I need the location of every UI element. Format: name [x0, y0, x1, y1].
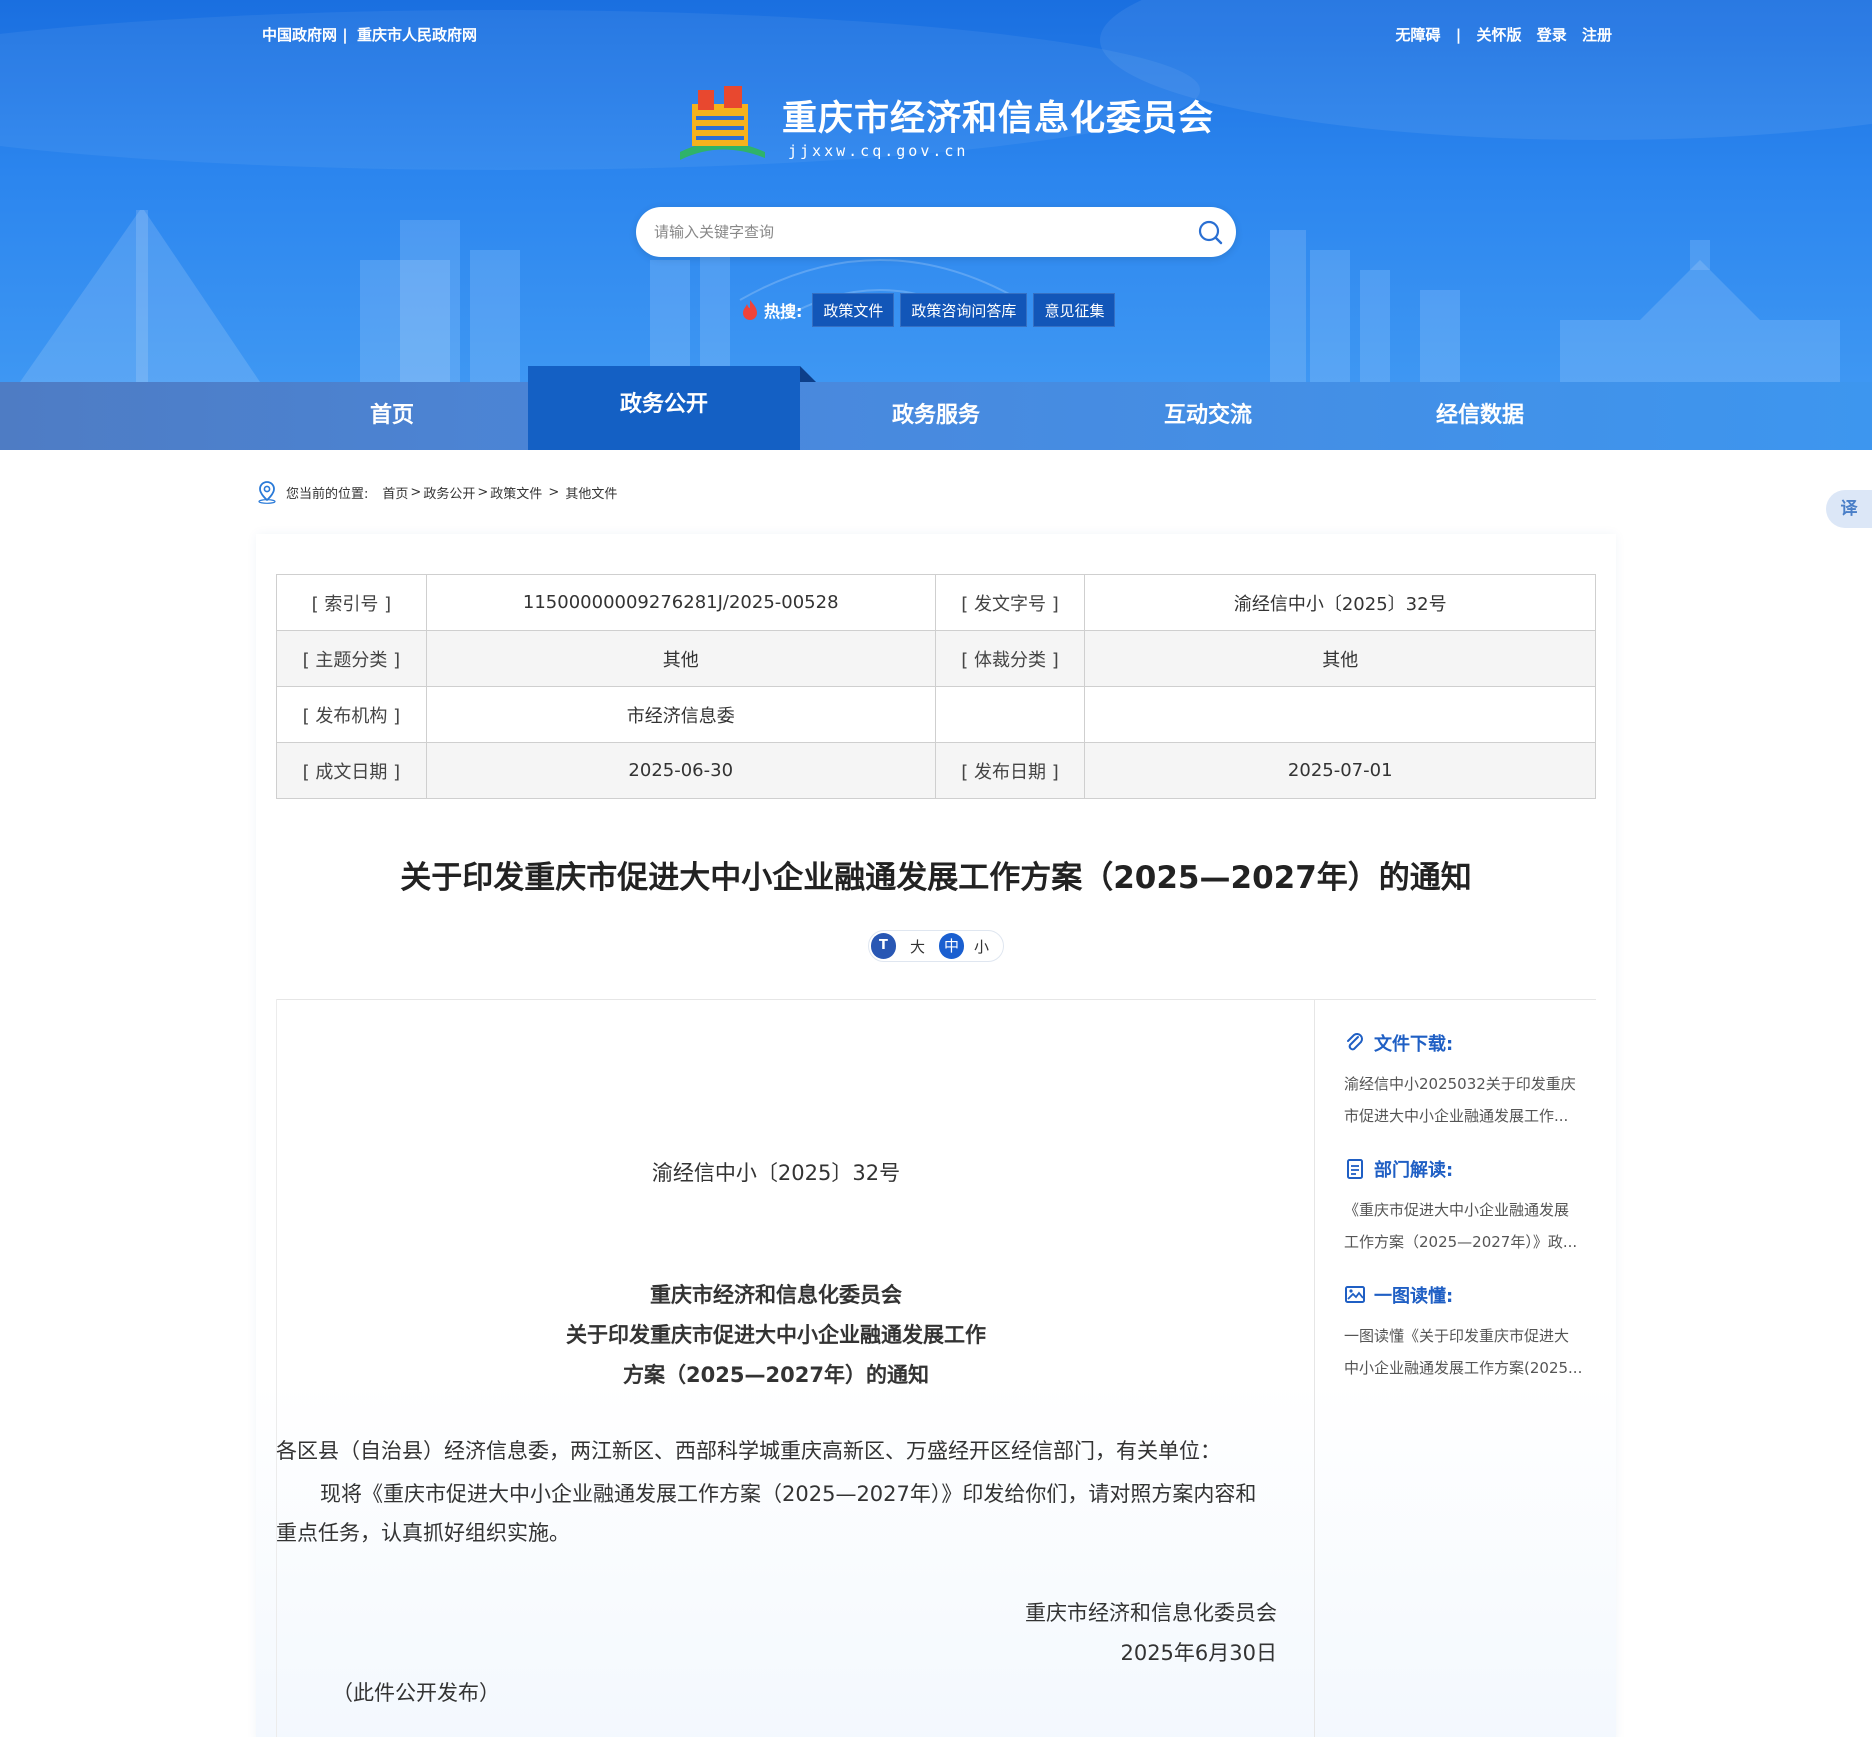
font-size-switcher: T 大 中 小: [868, 930, 1004, 962]
meta-created-value: 2025-06-30: [425, 742, 936, 799]
hot-tag-policy-qa[interactable]: 政策咨询问答库: [900, 293, 1028, 327]
breadcrumb-policy-files[interactable]: 政策文件: [490, 483, 542, 502]
nav-interaction[interactable]: 互动交流: [1072, 382, 1344, 450]
search-bar: [636, 207, 1236, 257]
meta-topic-value: 其他: [425, 630, 936, 687]
topbar-separator: |: [1455, 26, 1462, 44]
document-signature: 重庆市经济和信息化委员会: [1025, 1601, 1277, 1625]
topbar-user-links: 无障碍 | 关怀版 登录 注册: [1386, 24, 1612, 45]
hot-search: 热搜: 政策文件 政策咨询问答库 意见征集: [740, 292, 1121, 328]
breadcrumb-home[interactable]: 首页: [382, 483, 408, 502]
fire-icon: [743, 300, 757, 320]
link-cq-gov[interactable]: 重庆市人民政府网: [357, 26, 477, 44]
publish-note: （此件公开发布）: [332, 1681, 500, 1705]
content-divider: [1314, 999, 1315, 1737]
breadcrumb-government-affairs-open[interactable]: 政务公开: [423, 483, 475, 502]
link-register[interactable]: 注册: [1582, 26, 1612, 44]
site-url: jjxxw.cq.gov.cn: [788, 142, 969, 160]
heading-line: 重庆市经济和信息化委员会: [650, 1283, 902, 1307]
font-size-icon: T: [871, 933, 896, 959]
meta-docno-value: 渝经信中小〔2025〕32号: [1084, 574, 1596, 631]
meta-pub-label: [ 发布日期 ]: [934, 742, 1086, 799]
download-section-title: 文件下载:: [1344, 1030, 1604, 1056]
heading-line: 方案（2025—2027年）的通知: [623, 1363, 929, 1387]
paperclip-icon: [1347, 1033, 1363, 1051]
document-salutation: 各区县（自治县）经济信息委，两江新区、西部科学城重庆高新区、万盛经开区经信部门，…: [276, 1439, 1221, 1463]
document-metadata-table: [ 索引号 ] 11500000009276281J/2025-00528 [ …: [276, 574, 1596, 799]
meta-index-label: [ 索引号 ]: [276, 574, 427, 631]
breadcrumb-lead: 您当前的位置:: [286, 486, 369, 502]
related-sidebar: 文件下载: 渝经信中小2025032关于印发重庆 市促进大中小企业融通发展工作.…: [1344, 1030, 1604, 1408]
search-icon[interactable]: [1196, 218, 1224, 246]
link-china-gov[interactable]: 中国政府网 |: [262, 26, 348, 44]
hot-tag-policy-files[interactable]: 政策文件: [812, 293, 895, 327]
location-pin-icon: [258, 481, 276, 504]
breadcrumb-separator: >: [544, 484, 564, 500]
link-login[interactable]: 登录: [1537, 26, 1567, 44]
site-title: 重庆市经济和信息化委员会: [782, 99, 1215, 139]
meta-docno-label: [ 发文字号 ]: [934, 574, 1086, 631]
meta-org-value: 市经济信息委: [425, 686, 936, 743]
meta-empty-cell: [1084, 686, 1596, 743]
hot-tag-opinion-collection[interactable]: 意见征集: [1033, 293, 1116, 327]
site-header: 中国政府网 | 重庆市人民政府网 无障碍 | 关怀版 登录 注册 重庆市经济和信…: [0, 0, 1872, 382]
graphic-link[interactable]: 一图读懂《关于印发重庆市促进大 中小企业融通发展工作方案(2025...: [1344, 1320, 1600, 1384]
content-divider: [276, 999, 1596, 1000]
main-nav: 首页 政务公开 政务服务 互动交流 经信数据: [0, 366, 1872, 450]
document-icon: [1347, 1159, 1363, 1179]
meta-org-label: [ 发布机构 ]: [276, 686, 427, 743]
breadcrumb-separator: >: [477, 484, 489, 500]
document-heading: 重庆市经济和信息化委员会 关于印发重庆市促进大中小企业融通发展工作 方案（202…: [276, 1275, 1276, 1395]
document-paragraph: 现将《重庆市促进大中小企业融通发展工作方案（2025—2027年）》印发给你们，…: [276, 1482, 1257, 1545]
link-care-mode[interactable]: 关怀版: [1476, 26, 1521, 44]
document-date: 2025年6月30日: [1120, 1641, 1277, 1665]
interpret-section-title: 部门解读:: [1344, 1156, 1604, 1182]
table-row: [ 主题分类 ] 其他 [ 体裁分类 ] 其他: [276, 630, 1596, 687]
download-link[interactable]: 渝经信中小2025032关于印发重庆 市促进大中小企业融通发展工作...: [1344, 1068, 1600, 1132]
breadcrumb: 您当前的位置: 首页 > 政务公开 > 政策文件 > 其他文件: [256, 480, 619, 504]
meta-empty-cell: [934, 686, 1086, 743]
table-row: [ 成文日期 ] 2025-06-30 [ 发布日期 ] 2025-07-01: [276, 742, 1596, 799]
document-title: 关于印发重庆市促进大中小企业融通发展工作方案（2025—2027年）的通知: [400, 860, 1472, 896]
document-number: 渝经信中小〔2025〕32号: [651, 1161, 901, 1185]
emblem-logo-icon: [680, 86, 765, 160]
meta-genre-label: [ 体裁分类 ]: [934, 630, 1086, 687]
nav-economic-data[interactable]: 经信数据: [1344, 382, 1616, 450]
font-size-large[interactable]: 大: [910, 936, 925, 957]
font-size-medium[interactable]: 中: [939, 933, 964, 959]
nav-government-affairs-open[interactable]: 政务公开: [528, 366, 816, 450]
interpret-link[interactable]: 《重庆市促进大中小企业融通发展 工作方案（2025—2027年）》政...: [1344, 1194, 1600, 1258]
font-size-small[interactable]: 小: [974, 936, 989, 957]
topbar-gov-links: 中国政府网 | 重庆市人民政府网: [262, 24, 481, 45]
nav-home[interactable]: 首页: [256, 382, 528, 450]
hot-search-label: 热搜:: [740, 298, 802, 322]
breadcrumb-separator: >: [410, 484, 422, 500]
meta-index-value: 11500000009276281J/2025-00528: [425, 574, 936, 631]
heading-line: 关于印发重庆市促进大中小企业融通发展工作: [566, 1323, 986, 1347]
search-input[interactable]: [654, 219, 1154, 245]
breadcrumb-other-files[interactable]: 其他文件: [565, 483, 617, 502]
meta-genre-value: 其他: [1084, 630, 1596, 687]
nav-government-services[interactable]: 政务服务: [800, 382, 1072, 450]
meta-pub-value: 2025-07-01: [1084, 742, 1596, 799]
meta-created-label: [ 成文日期 ]: [276, 742, 427, 799]
translate-button[interactable]: 译: [1826, 490, 1872, 528]
table-row: [ 发布机构 ] 市经济信息委: [276, 686, 1596, 743]
link-accessibility[interactable]: 无障碍: [1396, 26, 1441, 44]
meta-topic-label: [ 主题分类 ]: [276, 630, 427, 687]
graphic-section-title: 一图读懂:: [1344, 1282, 1604, 1308]
picture-icon: [1345, 1286, 1365, 1303]
table-row: [ 索引号 ] 11500000009276281J/2025-00528 [ …: [276, 574, 1596, 631]
site-logo[interactable]: 重庆市经济和信息化委员会 jjxxw.cq.gov.cn: [670, 82, 1230, 172]
